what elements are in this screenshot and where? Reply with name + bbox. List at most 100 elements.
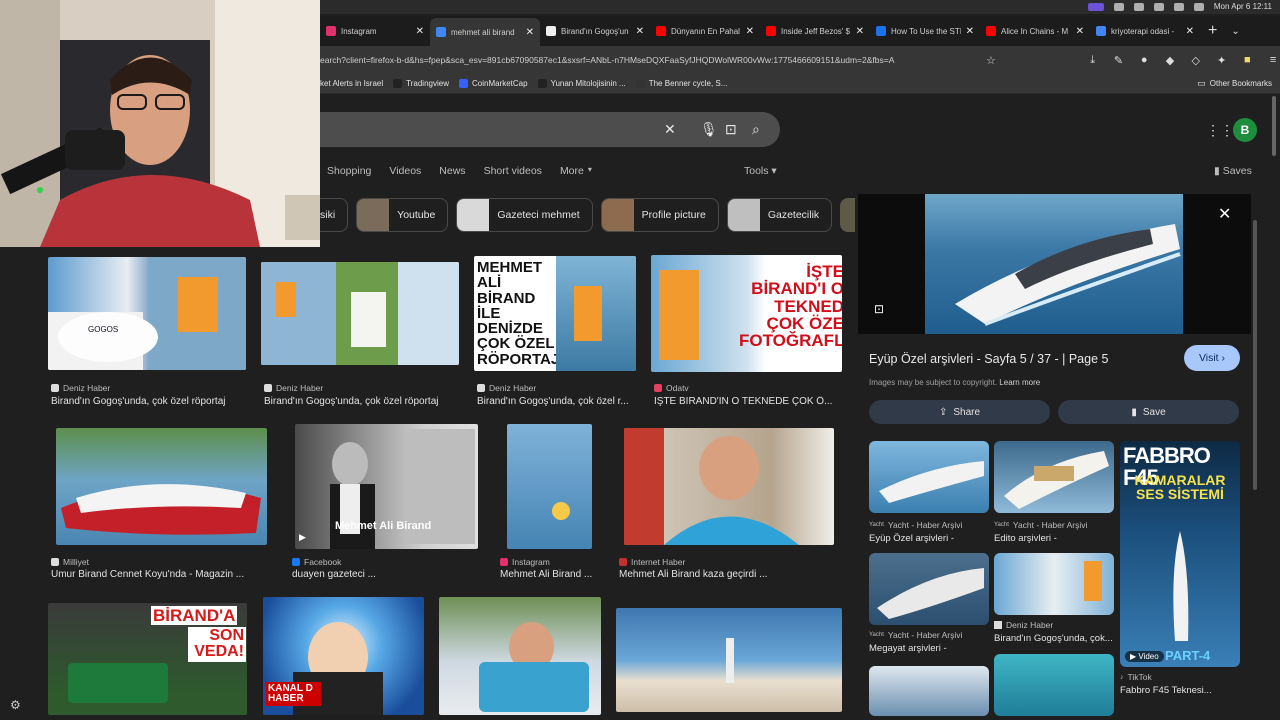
related-image[interactable] (994, 441, 1114, 513)
preview-image[interactable] (925, 194, 1183, 334)
filter-shopping[interactable]: Shopping (327, 165, 371, 177)
chip-3[interactable]: Gazeteci mehmet (456, 198, 593, 232)
battery-icon[interactable] (1153, 2, 1164, 11)
related-image[interactable] (869, 553, 989, 625)
extension-icon[interactable]: ● (1137, 53, 1151, 67)
close-tab-icon[interactable]: ✕ (1186, 26, 1194, 37)
related-image[interactable] (994, 553, 1114, 615)
recording-icon[interactable] (1087, 2, 1104, 11)
chip-thumbnail[interactable] (840, 198, 855, 232)
close-tab-icon[interactable]: ✕ (636, 26, 644, 37)
result-image[interactable] (624, 428, 834, 545)
search-icon[interactable]: ⌕ (752, 121, 760, 138)
result-image[interactable] (56, 428, 267, 545)
share-button[interactable]: ⇪ Share (869, 400, 1050, 424)
panel-title[interactable]: Eyüp Özel arşivleri - Sayfa 5 / 37 - | P… (869, 352, 1108, 366)
menubar-icon[interactable] (1133, 2, 1144, 11)
extension-icon[interactable]: ◇ (1189, 53, 1203, 67)
close-tab-icon[interactable]: ✕ (746, 26, 754, 37)
page-scrollbar[interactable] (1272, 96, 1276, 156)
result-image[interactable]: GOGOS (48, 257, 246, 370)
result-image[interactable] (616, 608, 842, 712)
chip-4[interactable]: Profile picture (600, 198, 719, 232)
lens-icon[interactable]: ⊡ (725, 121, 737, 138)
tools-button[interactable]: Tools ▾ (744, 165, 777, 177)
filter-more[interactable]: More (560, 165, 584, 177)
tab-4[interactable]: Dünyanın En Pahal ✕ (650, 19, 760, 43)
result-caption[interactable]: Birand'ın Gogoş'unda, çok özel röportaj (51, 396, 251, 407)
result-image[interactable]: İŞTE BİRAND'I O TEKNED ÇOK ÖZE FOTOĞRAFL… (651, 255, 842, 372)
saves-button[interactable]: ▮ Saves (1214, 165, 1252, 177)
panel-scrollbar[interactable] (1253, 220, 1257, 490)
avatar[interactable]: B (1233, 118, 1257, 142)
search-icon[interactable] (1193, 2, 1204, 11)
result-caption[interactable]: Birand'ın Gogoş'unda, çok özel röportaj (264, 396, 464, 407)
close-tab-icon[interactable]: ✕ (526, 27, 534, 38)
result-image[interactable]: KANAL D HABER (263, 597, 424, 715)
extension-icon[interactable]: ◆ (1163, 53, 1177, 67)
tab-3[interactable]: Birand'ın Gogoş'un ✕ (540, 19, 650, 43)
bookmark-item[interactable]: Tradingview (393, 79, 449, 88)
close-tab-icon[interactable]: ✕ (1076, 26, 1084, 37)
related-caption[interactable]: Birand'ın Gogoş'unda, çok... (994, 633, 1114, 644)
result-image[interactable]: BİRAND'A SON VEDA! (48, 603, 247, 715)
lens-search-icon[interactable]: ⊡ (874, 302, 884, 316)
filter-short-videos[interactable]: Short videos (484, 165, 542, 177)
result-image[interactable]: MEHMET ALİ BİRAND İLE DENİZDE ÇOK ÖZEL R… (474, 256, 636, 371)
tab-2[interactable]: mehmet ali birand ✕ (430, 18, 540, 46)
close-tab-icon[interactable]: ✕ (416, 26, 424, 37)
menubar-icon[interactable] (1113, 2, 1124, 11)
filter-news[interactable]: News (439, 165, 465, 177)
menu-icon[interactable]: ≡ (1266, 53, 1280, 67)
gear-icon[interactable]: ⚙ (10, 698, 21, 712)
url-field[interactable]: earch?client=firefox-b-d&hs=fpep&sca_esv… (320, 55, 974, 65)
mic-icon[interactable]: 🎙 (700, 121, 718, 138)
tab-list-chevron-icon[interactable]: ⌄ (1231, 26, 1239, 37)
related-caption[interactable]: Fabbro F45 Teknesi... (1120, 685, 1240, 696)
download-icon[interactable]: ⤓ (1086, 53, 1100, 67)
extension-icon[interactable]: ■ (1240, 53, 1254, 67)
bookmark-item[interactable]: Yunan Mitolojisinin ... (537, 79, 626, 88)
save-button[interactable]: ▮ Save (1058, 400, 1239, 424)
result-image[interactable] (439, 597, 601, 715)
chip-2[interactable]: Youtube (356, 198, 449, 232)
chip-5[interactable]: Gazetecilik (726, 198, 833, 232)
chip-1[interactable]: siki (320, 198, 349, 232)
bookmark-item[interactable]: The Benner cycle, S... (635, 79, 727, 88)
bookmark-star-icon[interactable]: ☆ (984, 53, 998, 67)
extension-icon[interactable]: ✎ (1112, 53, 1126, 67)
tab-6[interactable]: How To Use the STI ✕ (870, 19, 980, 43)
close-tab-icon[interactable]: ✕ (856, 26, 864, 37)
result-caption[interactable]: İŞTE BİRAND'IN O TEKNEDE ÇOK Ö... (654, 396, 839, 407)
related-image[interactable] (869, 441, 989, 513)
result-image[interactable] (507, 424, 592, 549)
tab-7[interactable]: Alice In Chains - M ✕ (980, 19, 1090, 43)
visit-button[interactable]: Visit › (1184, 345, 1240, 371)
related-image[interactable] (869, 666, 989, 716)
wifi-icon[interactable] (1173, 2, 1184, 11)
extension-icon[interactable]: ✦ (1215, 53, 1229, 67)
search-box[interactable]: ✕ 🎙 ⊡ ⌕ (320, 112, 780, 147)
result-caption[interactable]: Birand'ın Gogoş'unda, çok özel r... (477, 396, 637, 407)
related-image[interactable] (994, 654, 1114, 716)
close-icon[interactable]: ✕ (1218, 204, 1231, 224)
new-tab-button[interactable]: + (1208, 22, 1217, 40)
result-caption[interactable]: duayen gazeteci ... (292, 569, 472, 580)
bookmark-item[interactable]: CoinMarketCap (458, 79, 528, 88)
result-caption[interactable]: Mehmet Ali Birand kaza geçirdi ... (619, 569, 829, 580)
bookmark-item[interactable]: ket Alerts in Israel (320, 79, 383, 88)
other-bookmarks[interactable]: ▭ Other Bookmarks (1197, 78, 1272, 89)
result-caption[interactable]: Mehmet Ali Birand ... (500, 569, 600, 580)
related-caption[interactable]: Megayat arşivleri - (869, 643, 989, 654)
tab-1[interactable]: Instagram ✕ (320, 19, 430, 43)
result-caption[interactable]: Umur Birand Cennet Koyu'nda - Magazin ..… (51, 569, 251, 580)
tab-8[interactable]: kriyoterapi odasi - ✕ (1090, 19, 1200, 43)
tab-5[interactable]: Inside Jeff Bezos' $ ✕ (760, 19, 870, 43)
result-image[interactable]: Mehmet Ali Birand ▶ (295, 424, 478, 549)
related-image[interactable]: FABBRO F45 KAMARALAR SES SİSTEMİ PART-4 … (1120, 441, 1240, 667)
learn-more-link[interactable]: Learn more (999, 378, 1040, 387)
related-caption[interactable]: Edito arşivleri - (994, 533, 1114, 544)
clear-search-icon[interactable]: ✕ (664, 121, 676, 138)
play-icon[interactable]: ▶ (299, 532, 306, 543)
filter-videos[interactable]: Videos (389, 165, 421, 177)
